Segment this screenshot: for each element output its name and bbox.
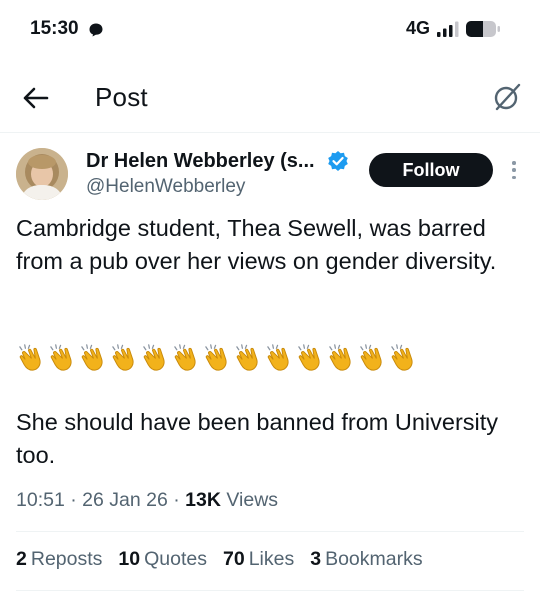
views-label[interactable]: Views bbox=[226, 489, 278, 511]
top-nav-bar: Post bbox=[0, 66, 540, 130]
network-type: 4G bbox=[406, 18, 431, 38]
bookmarks-label: Bookmarks bbox=[325, 548, 423, 570]
post-text-2: She should have been banned from Univers… bbox=[16, 409, 499, 468]
clapping-hands-icon bbox=[298, 344, 320, 371]
clapping-hands-icon bbox=[143, 344, 165, 371]
reposts-label: Reposts bbox=[30, 548, 103, 570]
arrow-left-icon bbox=[23, 87, 49, 109]
post-meta: 10:51 · 26 Jan 26 · 13K Views bbox=[16, 489, 278, 512]
author-name[interactable]: Dr Helen Webberley (s... bbox=[86, 150, 315, 173]
clap-emoji-row bbox=[16, 342, 419, 373]
verified-badge-icon bbox=[328, 151, 348, 171]
clapping-hands-icon bbox=[391, 344, 413, 371]
signal-icon bbox=[437, 21, 459, 37]
reposts-count: 2 bbox=[16, 548, 27, 570]
follow-button[interactable]: Follow bbox=[369, 153, 493, 187]
more-options-button[interactable] bbox=[504, 158, 524, 182]
header-divider bbox=[0, 132, 540, 133]
bookmarks-stat[interactable]: 3 Bookmarks bbox=[310, 548, 422, 571]
do-not-disturb-icon bbox=[89, 23, 103, 37]
author-handle[interactable]: @HelenWebberley bbox=[86, 176, 245, 198]
post-time[interactable]: 10:51 bbox=[16, 489, 65, 511]
status-time: 15:30 bbox=[30, 18, 79, 39]
clapping-hands-icon bbox=[236, 344, 258, 371]
likes-label: Likes bbox=[248, 548, 295, 570]
clapping-hands-icon bbox=[174, 344, 196, 371]
clapping-hands-icon bbox=[50, 344, 72, 371]
likes-stat[interactable]: 70 Likes bbox=[223, 548, 294, 571]
clapping-hands-icon bbox=[81, 344, 103, 371]
clapping-hands-icon bbox=[112, 344, 134, 371]
status-bar: 15:30 4G bbox=[0, 0, 540, 58]
battery-icon bbox=[466, 21, 500, 37]
clapping-hands-icon bbox=[205, 344, 227, 371]
clapping-hands-icon bbox=[360, 344, 382, 371]
more-dot-icon bbox=[512, 175, 516, 179]
meta-separator: · bbox=[173, 489, 180, 511]
bookmarks-count: 3 bbox=[310, 548, 322, 570]
likes-count: 70 bbox=[222, 548, 245, 570]
meta-separator: · bbox=[70, 489, 77, 511]
post-date[interactable]: 26 Jan 26 bbox=[82, 489, 168, 511]
back-button[interactable] bbox=[20, 82, 52, 114]
page-title: Post bbox=[95, 82, 148, 112]
quotes-count: 10 bbox=[118, 548, 141, 570]
clapping-hands-icon bbox=[19, 344, 41, 371]
meta-divider bbox=[16, 531, 524, 532]
engagement-stats: 2 Reposts 10 Quotes 70 Likes 3 Bookmarks bbox=[16, 548, 439, 571]
avatar[interactable] bbox=[16, 148, 68, 200]
reposts-stat[interactable]: 2 Reposts bbox=[16, 548, 102, 571]
more-dot-icon bbox=[512, 161, 516, 165]
clapping-hands-icon bbox=[267, 344, 289, 371]
grok-icon bbox=[494, 83, 521, 111]
views-count[interactable]: 13K bbox=[185, 489, 221, 511]
clapping-hands-icon bbox=[329, 344, 351, 371]
grok-button[interactable] bbox=[490, 80, 524, 114]
stats-divider bbox=[16, 590, 524, 591]
quotes-stat[interactable]: 10 Quotes bbox=[118, 548, 207, 571]
more-dot-icon bbox=[512, 168, 516, 172]
quotes-label: Quotes bbox=[144, 548, 207, 570]
avatar-image bbox=[16, 148, 68, 200]
post-text: Cambridge student, Thea Sewell, was barr… bbox=[16, 215, 497, 274]
